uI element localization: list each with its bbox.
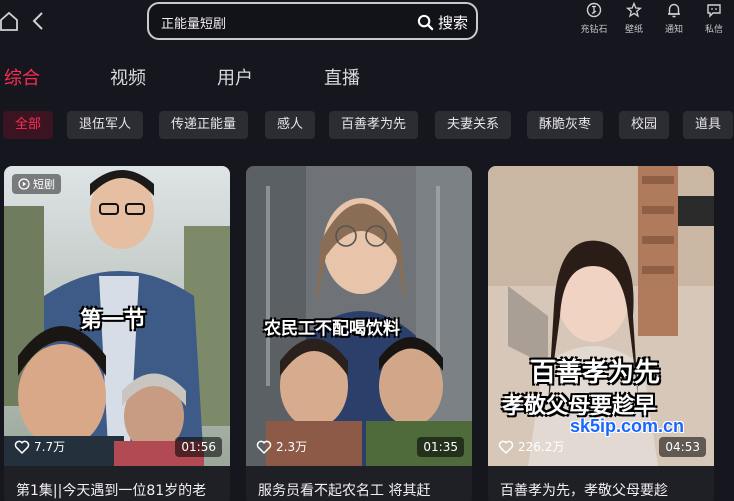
short-drama-label: 短剧 xyxy=(33,178,55,191)
search-box: 搜索 xyxy=(147,2,478,40)
duration-badge: 04:53 xyxy=(659,437,706,457)
video-card[interactable]: 百善孝为先 孝敬父母要趁早 sk5ip.com.cn 226.2万 04:53 … xyxy=(488,166,714,501)
chip-veterans[interactable]: 退伍军人 xyxy=(67,111,144,139)
chip-positive-energy[interactable]: 传递正能量 xyxy=(159,111,249,139)
like-count-value: 7.7万 xyxy=(34,440,66,454)
short-drama-badge: 短剧 xyxy=(12,174,61,194)
wallpaper-button[interactable]: 壁纸 xyxy=(614,2,654,35)
message-label: 私信 xyxy=(704,25,723,35)
overlay-caption-line1: 百善孝为先 xyxy=(530,358,661,388)
duration-badge: 01:35 xyxy=(417,437,464,457)
wallpaper-icon xyxy=(626,2,642,18)
tab-live[interactable]: 直播 xyxy=(324,64,360,90)
video-thumbnail: 百善孝为先 孝敬父母要趁早 sk5ip.com.cn 226.2万 04:53 xyxy=(488,166,714,466)
like-count-value: 226.2万 xyxy=(518,440,565,454)
recharge-button[interactable]: 充钻石 xyxy=(574,2,614,35)
chip-props[interactable]: 道具 xyxy=(683,111,734,139)
duration-badge: 01:56 xyxy=(175,437,222,457)
filter-chips: 全部 退伍军人 传递正能量 感人 百善孝为先 夫妻关系 酥脆灰枣 校园 道具 xyxy=(3,111,734,139)
wallpaper-label: 壁纸 xyxy=(624,25,643,35)
heart-icon xyxy=(256,440,272,454)
message-icon xyxy=(707,4,721,18)
video-card[interactable]: 短剧 第一节 7.7万 01:56 第1集||今天遇到一位81岁的老 xyxy=(4,166,230,501)
like-count-value: 2.3万 xyxy=(276,440,308,454)
like-count: 2.3万 xyxy=(256,438,307,455)
tab-users[interactable]: 用户 xyxy=(217,64,253,90)
search-button[interactable]: 搜索 xyxy=(417,10,468,34)
notification-button[interactable]: 通知 xyxy=(654,2,694,35)
heart-icon xyxy=(498,440,514,454)
like-count: 226.2万 xyxy=(498,438,564,455)
bell-icon xyxy=(668,3,680,18)
tab-videos[interactable]: 视频 xyxy=(110,64,146,90)
recharge-label: 充钻石 xyxy=(580,25,608,35)
home-icon[interactable] xyxy=(0,11,18,31)
chip-campus[interactable]: 校园 xyxy=(619,111,670,139)
recharge-icon xyxy=(586,2,602,18)
overlay-caption: 农民工不配喝饮料 xyxy=(264,319,400,339)
search-icon xyxy=(417,14,434,30)
chip-touching[interactable]: 感人 xyxy=(265,111,316,139)
video-thumbnail: 短剧 第一节 7.7万 01:56 xyxy=(4,166,230,466)
video-title[interactable]: 第1集||今天遇到一位81岁的老 xyxy=(16,480,224,500)
notification-label: 通知 xyxy=(664,25,683,35)
tab-all[interactable]: 综合 xyxy=(4,64,40,90)
overlay-caption: 第一节 xyxy=(80,307,147,333)
video-thumbnail: 农民工不配喝饮料 2.3万 01:35 xyxy=(246,166,472,466)
search-button-label: 搜索 xyxy=(437,13,468,32)
message-button[interactable]: 私信 xyxy=(694,2,734,35)
video-card[interactable]: 农民工不配喝饮料 2.3万 01:35 服务员看不起农名工 将其赶 xyxy=(246,166,472,501)
video-title[interactable]: 服务员看不起农名工 将其赶 xyxy=(258,480,466,500)
watermark-text: sk5ip.com.cn xyxy=(570,416,685,436)
heart-icon xyxy=(14,440,30,454)
play-circle-icon xyxy=(18,178,30,190)
top-icons: 充钻石 壁纸 通知 私信 xyxy=(574,2,734,35)
video-title[interactable]: 百善孝为先，孝敬父母要趁 xyxy=(500,480,708,500)
chip-crispy-dates[interactable]: 酥脆灰枣 xyxy=(527,111,604,139)
like-count: 7.7万 xyxy=(14,438,65,455)
chip-filial-piety[interactable]: 百善孝为先 xyxy=(329,111,419,139)
top-bar: 搜索 充钻石 壁纸 通知 xyxy=(0,0,734,48)
back-icon[interactable] xyxy=(32,11,44,31)
search-input[interactable] xyxy=(161,12,401,32)
chip-couple-relations[interactable]: 夫妻关系 xyxy=(435,111,512,139)
chip-all[interactable]: 全部 xyxy=(3,111,54,139)
